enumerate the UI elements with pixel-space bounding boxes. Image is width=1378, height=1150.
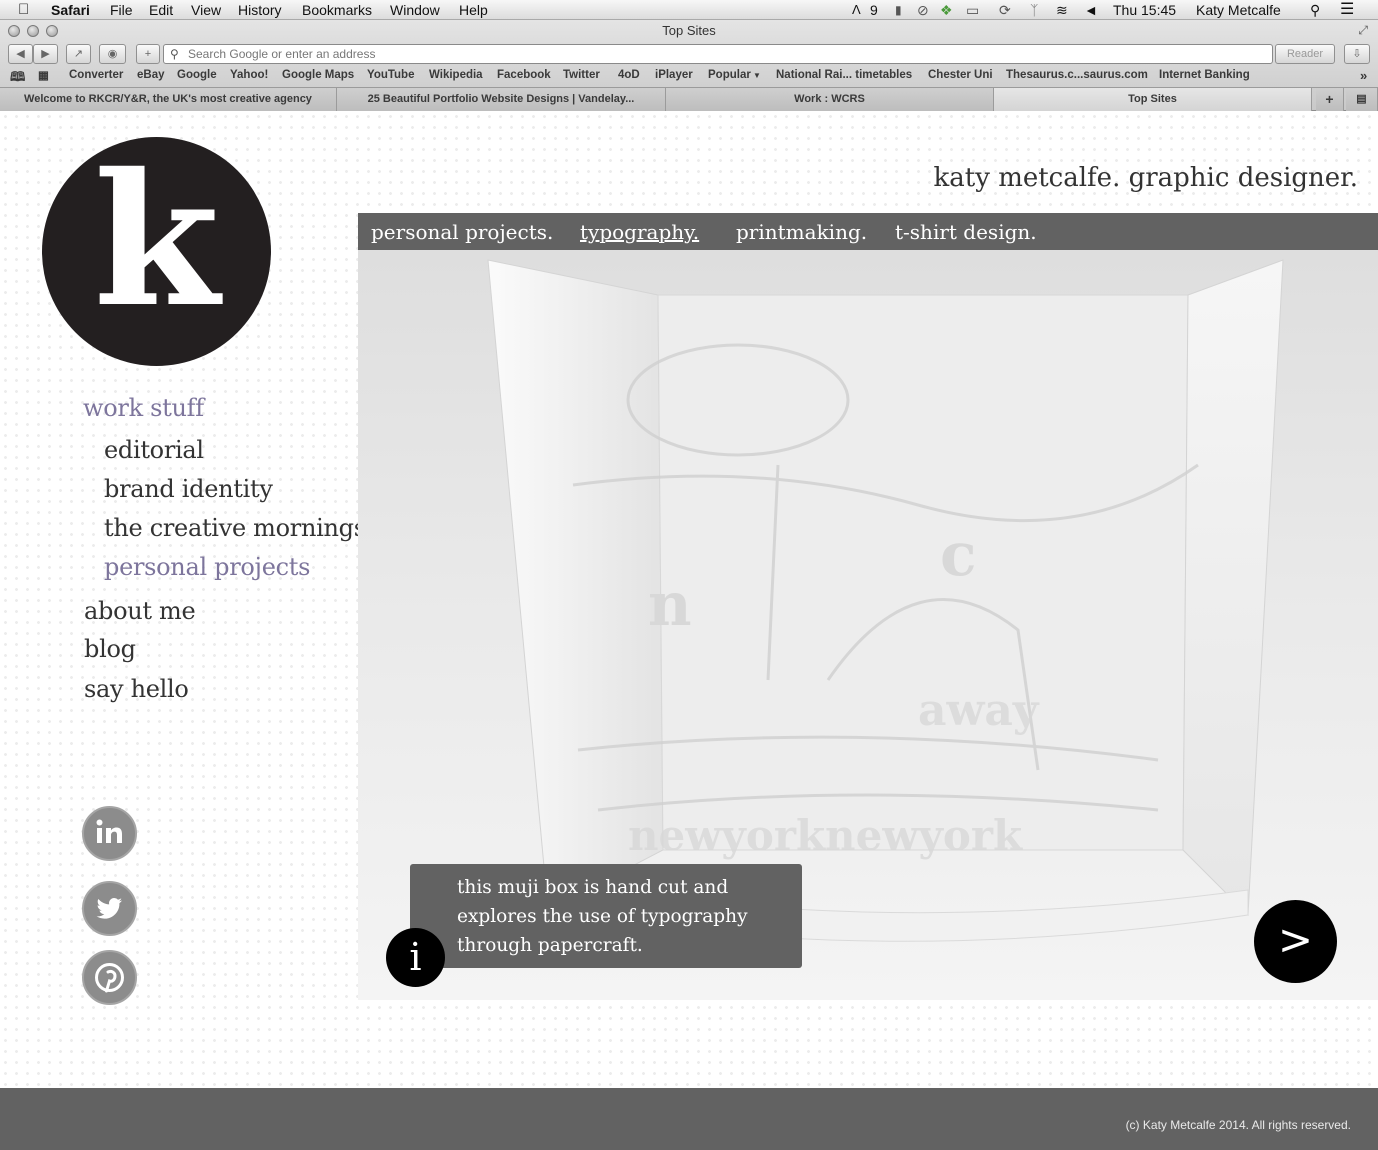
svg-text:newyorknewyork: newyorknewyork [628, 811, 1023, 860]
site-footer: (c) Katy Metcalfe 2014. All rights reser… [0, 1088, 1378, 1150]
menu-edit[interactable]: Edit [149, 1, 173, 19]
notification-center-icon[interactable]: ☰ [1340, 1, 1354, 19]
bookmark-popular[interactable]: Popular [708, 69, 751, 81]
window-title: Top Sites [662, 23, 716, 38]
chevron-down-icon: ▼ [753, 71, 761, 80]
nav-work-stuff[interactable]: work stuff [83, 394, 204, 422]
user-menu[interactable]: Katy Metcalfe [1196, 1, 1281, 19]
wifi-icon[interactable]: ≋ [1056, 1, 1068, 19]
fullscreen-icon[interactable]: ⤢ [1358, 23, 1368, 38]
copyright: (c) Katy Metcalfe 2014. All rights reser… [1125, 1118, 1351, 1132]
add-button[interactable]: + [136, 44, 160, 64]
reader-button[interactable]: Reader [1275, 44, 1335, 64]
dropbox-icon[interactable]: ❖ [940, 1, 953, 19]
adobe-icon[interactable]: Λ [852, 1, 861, 19]
bookmark-4od[interactable]: 4oD [618, 69, 640, 81]
category-printmaking[interactable]: printmaking. [736, 220, 867, 244]
address-bar[interactable]: ⚲ Search Google or enter an address [163, 44, 1273, 64]
tab-rkcr[interactable]: Welcome to RKCR/Y&R, the UK's most creat… [0, 88, 337, 111]
bookmark-ebay[interactable]: eBay [137, 69, 165, 81]
bookmark-chester-uni[interactable]: Chester Uni [928, 69, 993, 81]
nav-say-hello[interactable]: say hello [84, 675, 189, 703]
bookmark-converter[interactable]: Converter [69, 69, 123, 81]
twitter-icon[interactable] [82, 881, 137, 936]
bluetooth-icon[interactable]: ᛉ [1030, 1, 1038, 19]
status-count: 9 [870, 2, 878, 18]
forward-button[interactable]: ▶ [33, 44, 58, 64]
category-typography[interactable]: typography. [580, 220, 699, 244]
menu-view[interactable]: View [191, 1, 221, 19]
time-machine-icon[interactable]: ⟳ [999, 1, 1011, 19]
clock[interactable]: Thu 15:45 [1113, 1, 1176, 19]
top-sites-grid-icon[interactable]: ▦ [38, 68, 49, 82]
logo-letter: k [93, 133, 220, 347]
nav-personal-projects[interactable]: personal projects [104, 553, 310, 581]
battery-icon[interactable]: ▭ [966, 1, 979, 19]
more-bookmarks-icon[interactable]: » [1360, 68, 1367, 83]
bookmark-google[interactable]: Google [177, 69, 217, 81]
menu-history[interactable]: History [238, 1, 282, 19]
nav-brand-identity[interactable]: brand identity [104, 475, 273, 503]
category-nav: personal projects. typography. printmaki… [358, 213, 1378, 250]
tab-view-icon[interactable]: ▤ [1346, 88, 1378, 111]
linkedin-icon[interactable] [82, 806, 137, 861]
menu-bookmarks[interactable]: Bookmarks [302, 1, 372, 19]
menu-bar:  Safari File Edit View History Bookmark… [0, 0, 1378, 20]
svg-text:c: c [940, 520, 977, 590]
back-button[interactable]: ◀ [8, 44, 33, 64]
svg-text:away: away [918, 685, 1040, 736]
next-button[interactable]: > [1254, 900, 1337, 983]
compass-icon[interactable]: ⊘ [917, 1, 929, 19]
pinterest-icon[interactable] [82, 950, 137, 1005]
bookmark-thesaurus[interactable]: Thesaurus.c...saurus.com [1006, 69, 1148, 81]
downloads-button[interactable]: ⇩ [1344, 44, 1370, 64]
bookmark-yahoo[interactable]: Yahoo! [230, 69, 268, 81]
ghostery-button[interactable]: ◉ [99, 44, 126, 64]
bookmarks-bar: 🕮 ▦ Converter eBay Google Yahoo! Google … [0, 68, 1378, 86]
category-tshirt-design[interactable]: t-shirt design. [895, 220, 1037, 244]
nav-about-me[interactable]: about me [84, 597, 196, 625]
menu-window[interactable]: Window [390, 1, 440, 19]
tab-top-sites[interactable]: Top Sites [994, 88, 1312, 111]
site-logo[interactable]: k [42, 137, 271, 366]
apple-icon[interactable]:  [18, 1, 29, 19]
page-content: k work stuff editorial brand identity th… [0, 111, 1378, 1088]
svg-text:n: n [648, 570, 692, 640]
new-tab-button[interactable]: + [1316, 88, 1344, 111]
app-menu[interactable]: Safari [51, 1, 90, 19]
tab-portfolio-designs[interactable]: 25 Beautiful Portfolio Website Designs |… [337, 88, 666, 111]
menu-help[interactable]: Help [459, 1, 488, 19]
bookmark-google-maps[interactable]: Google Maps [282, 69, 354, 81]
bookmark-facebook[interactable]: Facebook [497, 69, 551, 81]
category-personal-projects[interactable]: personal projects. [371, 220, 553, 244]
site-tagline: katy metcalfe. graphic designer. [933, 163, 1358, 193]
nav-blog[interactable]: blog [84, 635, 136, 663]
spotlight-icon[interactable]: ⚲ [1310, 1, 1320, 19]
tab-wcrs[interactable]: Work : WCRS [666, 88, 994, 111]
bookmark-national-rail[interactable]: National Rai... timetables [776, 69, 912, 81]
battery-app-icon[interactable]: ▮ [895, 1, 902, 19]
bookmark-internet-banking[interactable]: Internet Banking [1159, 69, 1250, 81]
bookmark-twitter[interactable]: Twitter [563, 69, 600, 81]
bookmark-iplayer[interactable]: iPlayer [655, 69, 693, 81]
browser-chrome: Top Sites ⤢ ◀ ▶ ↗ ◉ + ⚲ Search Google or… [0, 20, 1378, 111]
nav-creative-mornings[interactable]: the creative mornings [104, 514, 366, 542]
info-button[interactable]: i [386, 928, 445, 987]
bookmark-wikipedia[interactable]: Wikipedia [429, 69, 483, 81]
search-icon: ⚲ [170, 47, 179, 61]
volume-icon[interactable]: ◄ [1084, 1, 1098, 19]
project-caption: this muji box is hand cut and explores t… [410, 864, 802, 968]
tab-bar: Welcome to RKCR/Y&R, the UK's most creat… [0, 87, 1378, 111]
address-placeholder: Search Google or enter an address [188, 47, 376, 61]
share-button[interactable]: ↗ [66, 44, 91, 64]
nav-editorial[interactable]: editorial [104, 436, 204, 464]
bookmark-youtube[interactable]: YouTube [367, 69, 414, 81]
menu-file[interactable]: File [110, 1, 133, 19]
